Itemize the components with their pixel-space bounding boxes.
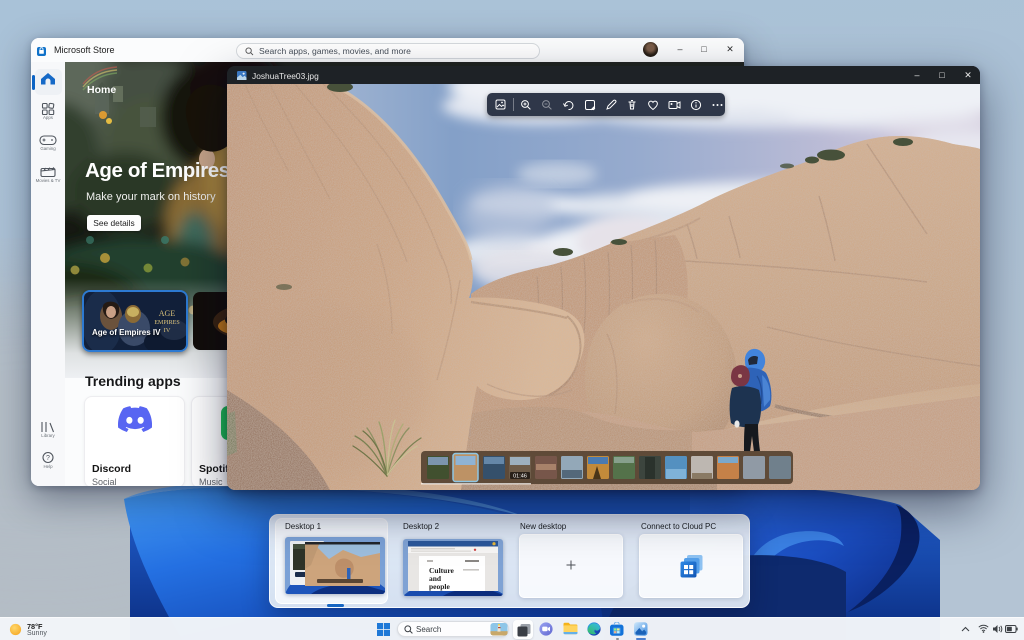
svg-text:AGE: AGE [159,309,176,318]
svg-text:01:46: 01:46 [513,474,527,480]
svg-text:?: ? [46,455,50,462]
svg-text:people: people [429,582,451,591]
svg-text:IV: IV [164,327,171,334]
svg-text:EMPIRES: EMPIRES [154,320,179,326]
